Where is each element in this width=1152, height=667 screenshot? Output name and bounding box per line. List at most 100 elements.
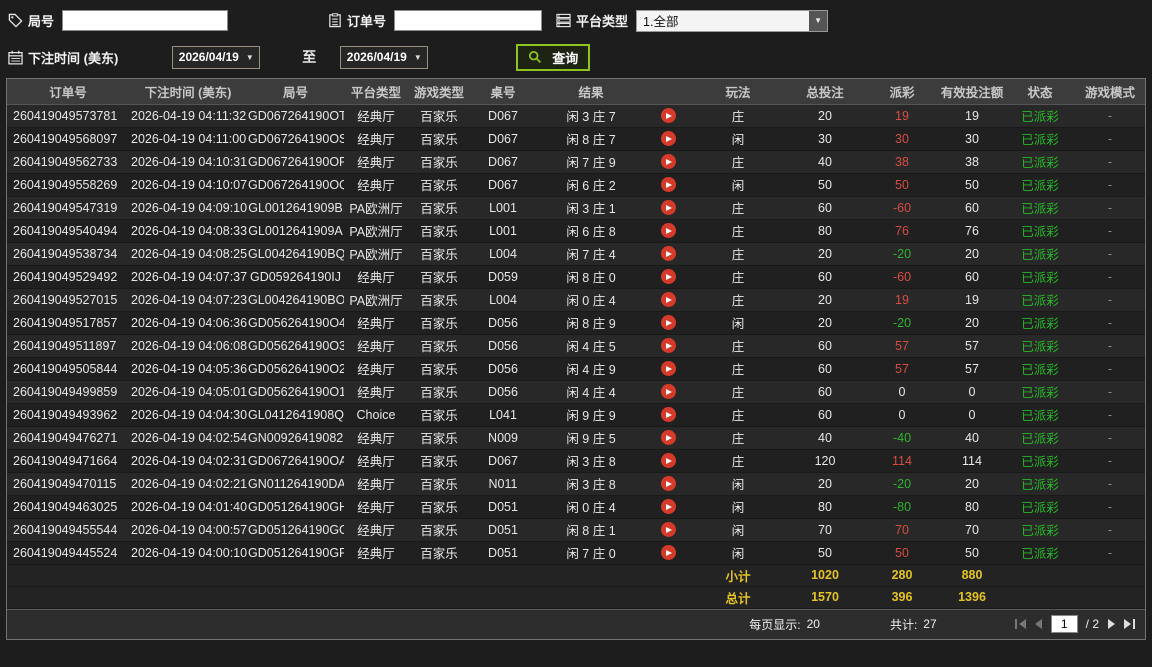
cell-play-btn [646, 150, 691, 174]
filter-row-2: 下注时间 (美东) 2026/04/19 ▼ 至 2026/04/19 ▼ 查询 [8, 42, 1144, 72]
page-input[interactable] [1050, 615, 1078, 633]
cell-valid-bet: 50 [939, 173, 1005, 197]
cell-total-bet: 20 [785, 288, 865, 312]
cell-payout: 30 [865, 127, 939, 151]
date-from-select[interactable]: 2026/04/19 ▼ [172, 45, 261, 69]
cell-valid-bet: 38 [939, 150, 1005, 174]
cell-total-bet: 40 [785, 426, 865, 450]
cell-play-btn [646, 426, 691, 450]
cell-status: 已派彩 [1005, 219, 1075, 243]
platform-type-select[interactable]: 1.全部 ▼ [636, 9, 829, 32]
replay-button[interactable] [661, 223, 676, 239]
cell-total-bet: 50 [785, 173, 865, 197]
platform-type-label: 平台类型 [576, 14, 629, 29]
cell-play-btn [646, 449, 691, 473]
cell-platform: PA欧洲厅 [344, 196, 408, 220]
replay-button[interactable] [661, 200, 676, 216]
date-to-select[interactable]: 2026/04/19 ▼ [340, 45, 429, 69]
cell-bet-time: 2026-04-19 04:05:01 [129, 380, 247, 404]
replay-button[interactable] [661, 292, 676, 308]
cell-play: 庄 [691, 219, 785, 243]
replay-button[interactable] [661, 177, 676, 193]
table-row: 260419049558269 2026-04-19 04:10:07 GD0672… [7, 173, 1145, 197]
game-no-input[interactable] [62, 10, 229, 31]
date-range-to-label: 至 [302, 49, 317, 65]
replay-button[interactable] [661, 476, 676, 492]
table-row: 260419049573781 2026-04-19 04:11:32 GD0672… [7, 104, 1145, 128]
cell-play-btn [646, 104, 691, 128]
first-page-button[interactable] [1014, 617, 1027, 632]
col-header-status: 状态 [1005, 79, 1075, 105]
table-row: 260419049568097 2026-04-19 04:11:00 GD0672… [7, 127, 1145, 151]
cell-game-type: 百家乐 [408, 472, 470, 496]
replay-button[interactable] [661, 361, 676, 377]
cell-status: 已派彩 [1005, 150, 1075, 174]
cell-game-no: GL004264190BQ [247, 242, 344, 266]
cell-status: 已派彩 [1005, 449, 1075, 473]
game-no-label: 局号 [28, 14, 55, 29]
cell-valid-bet: 50 [939, 541, 1005, 565]
cell-total-bet: 70 [785, 518, 865, 542]
last-page-icon [1123, 617, 1135, 632]
replay-button[interactable] [661, 315, 676, 331]
cell-table-no: D056 [470, 334, 536, 358]
table-row: 260419049511897 2026-04-19 04:06:08 GD0562… [7, 334, 1145, 358]
cell-play-btn [646, 127, 691, 151]
cell-play: 庄 [691, 288, 785, 312]
replay-button[interactable] [661, 407, 676, 423]
replay-button[interactable] [661, 246, 676, 262]
replay-button[interactable] [661, 522, 676, 538]
replay-button[interactable] [661, 499, 676, 515]
prev-page-button[interactable] [1034, 617, 1043, 632]
cell-result: 闲 6 庄 8 [536, 219, 646, 243]
table-row: 260419049445524 2026-04-19 04:00:10 GD0512… [7, 541, 1145, 565]
cell-status: 已派彩 [1005, 495, 1075, 519]
cell-platform: 经典厅 [344, 334, 408, 358]
cell-order-no: 260419049493962 [7, 403, 129, 427]
cell-play: 闲 [691, 311, 785, 335]
cell-table-no: L004 [470, 288, 536, 312]
cell-play-btn [646, 334, 691, 358]
cell-play-btn [646, 518, 691, 542]
total-count-value: 27 [923, 617, 937, 631]
replay-button[interactable] [661, 453, 676, 469]
cell-status: 已派彩 [1005, 242, 1075, 266]
cell-game-type: 百家乐 [408, 127, 470, 151]
cell-result: 闲 6 庄 2 [536, 173, 646, 197]
cell-status: 已派彩 [1005, 311, 1075, 335]
cell-game-no: GD056264190O4 [247, 311, 344, 335]
next-page-button[interactable] [1107, 617, 1115, 632]
cell-platform: 经典厅 [344, 311, 408, 335]
cell-bet-time: 2026-04-19 04:01:40 [129, 495, 247, 519]
order-no-input[interactable] [394, 10, 543, 31]
cell-result: 闲 7 庄 9 [536, 150, 646, 174]
replay-button[interactable] [661, 430, 676, 446]
table-row: 260419049562733 2026-04-19 04:10:31 GD0672… [7, 150, 1145, 174]
replay-button[interactable] [661, 384, 676, 400]
chevron-down-icon: ▼ [809, 10, 828, 31]
cell-bet-time: 2026-04-19 04:10:31 [129, 150, 247, 174]
cell-table-no: N009 [470, 426, 536, 450]
replay-button[interactable] [661, 545, 676, 561]
replay-button[interactable] [661, 131, 676, 147]
replay-button[interactable] [661, 108, 676, 124]
cell-result: 闲 4 庄 4 [536, 380, 646, 404]
replay-button[interactable] [661, 269, 676, 285]
search-button[interactable]: 查询 [516, 43, 591, 71]
cell-table-no: D067 [470, 150, 536, 174]
cell-mode: - [1075, 265, 1145, 289]
last-page-button[interactable] [1123, 617, 1135, 632]
replay-button[interactable] [661, 154, 676, 170]
cell-platform: 经典厅 [344, 127, 408, 151]
cell-mode: - [1075, 495, 1145, 519]
cell-mode: - [1075, 357, 1145, 381]
replay-button[interactable] [661, 338, 676, 354]
cell-result: 闲 4 庄 9 [536, 357, 646, 381]
col-header-game-no: 局号 [247, 79, 344, 105]
cell-order-no: 260419049538734 [7, 242, 129, 266]
cell-result: 闲 3 庄 8 [536, 472, 646, 496]
platform-type-filter: 平台类型 1.全部 ▼ [556, 9, 829, 32]
cell-platform: PA欧洲厅 [344, 219, 408, 243]
cell-payout: -20 [865, 311, 939, 335]
orders-table: 订单号 下注时间 (美东) 局号 平台类型 游戏类型 桌号 结果 玩法 总投注 … [6, 78, 1146, 640]
